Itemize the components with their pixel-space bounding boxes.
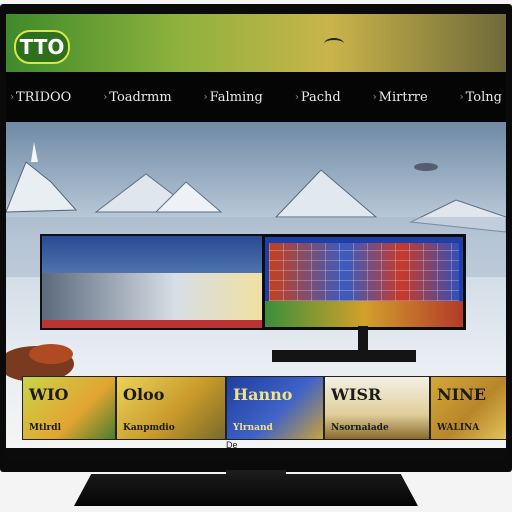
nav-item-4[interactable]: › Pachd (295, 90, 341, 105)
tile-subtitle: Kanpmdio (123, 423, 175, 433)
shelf-tile-1[interactable]: WIO Mtlrdl (22, 376, 116, 440)
chevron-right-icon: › (203, 91, 208, 103)
tile-title: Oloo (123, 385, 165, 404)
nav-item-label: Falming (209, 89, 263, 105)
tile-title: WIO (29, 385, 69, 404)
content-shelf: WIO Mtlrdl Oloo Kanpmdio Hanno Ylrnand W… (6, 376, 506, 450)
tile-subtitle: Nsornaiade (331, 423, 389, 433)
brand-logo[interactable]: TTO (14, 30, 70, 64)
tv-bottom-bezel-strip (6, 448, 506, 460)
nav-item-1[interactable]: › TRIDOO (10, 90, 71, 105)
monitor-grid-content (269, 243, 459, 301)
panel-accent-strip (42, 320, 264, 328)
tile-title: NINE (437, 385, 486, 404)
chevron-right-icon: › (372, 91, 377, 103)
nav-item-2[interactable]: › Toadrmm (103, 90, 171, 105)
shelf-tile-5[interactable]: NINE WALINA (430, 376, 506, 440)
nav-item-label: Pachd (300, 89, 341, 105)
nav-item-6[interactable]: › Tolng (460, 90, 502, 105)
tv-stand-base (74, 474, 418, 506)
nav-item-label: TRIDOO (16, 89, 72, 105)
main-nav: › TRIDOO › Toadrmm › Falming › Pachd › M… (6, 72, 506, 122)
bird-icon (324, 38, 344, 50)
nav-item-label: Toadrmm (109, 89, 172, 105)
nav-item-label: Mirtrre (378, 89, 428, 105)
shelf-tile-4[interactable]: WISR Nsornaiade (324, 376, 430, 440)
nav-item-3[interactable]: › Falming (204, 90, 263, 105)
tile-subtitle: Ylrnand (233, 423, 273, 433)
chevron-right-icon: › (103, 91, 108, 103)
monitor-stand-base (272, 350, 416, 362)
tv-frame: TTO › TRIDOO › Toadrmm › Falming › Pachd… (0, 4, 512, 472)
nav-item-label: Tolng (465, 89, 502, 105)
chevron-right-icon: › (10, 91, 14, 103)
tile-title: Hanno (233, 385, 293, 404)
tile-title: WISR (331, 385, 382, 404)
featured-landscape-panel[interactable] (40, 234, 266, 330)
featured-monitor-panel[interactable] (262, 234, 466, 330)
shelf-tile-3[interactable]: Hanno Ylrnand (226, 376, 324, 440)
tv-screen: TTO › TRIDOO › Toadrmm › Falming › Pachd… (6, 14, 506, 460)
shelf-tile-2[interactable]: Oloo Kanpmdio (116, 376, 226, 440)
top-banner: TTO (6, 14, 506, 72)
nav-item-5[interactable]: › Mirtrre (373, 90, 428, 105)
chevron-right-icon: › (459, 91, 464, 103)
monitor-field-content (265, 301, 463, 327)
chevron-right-icon: › (294, 91, 299, 103)
tile-subtitle: Mtlrdl (29, 423, 61, 433)
tile-subtitle: WALINA (437, 423, 480, 433)
